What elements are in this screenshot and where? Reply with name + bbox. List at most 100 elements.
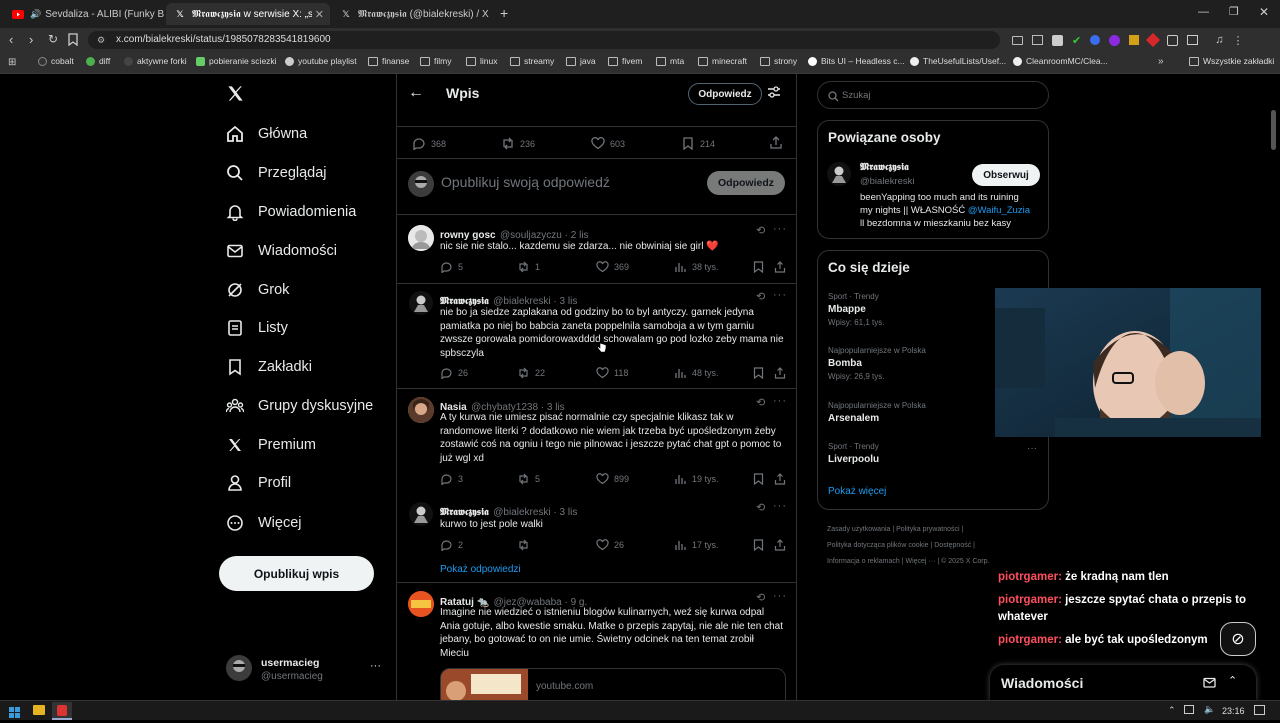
- reply-input[interactable]: Opublikuj swoją odpowiedź: [441, 174, 610, 190]
- bookmark-count[interactable]: 214: [681, 137, 715, 150]
- windows-start-icon[interactable]: [9, 705, 20, 723]
- apps-icon[interactable]: ⊞: [8, 57, 16, 68]
- repost-count[interactable]: 1: [517, 261, 540, 273]
- nav-communities[interactable]: Grupy dyskusyjne: [226, 391, 373, 421]
- nav-home[interactable]: Główna: [226, 119, 307, 149]
- bookmark-minecraft[interactable]: minecraft: [698, 56, 747, 66]
- bookmark-icon[interactable]: [753, 367, 769, 379]
- reply-tweet[interactable]: Ratatuj 🐀 @jez@wababa · 9 g. ⟲ ··· Imagi…: [397, 583, 796, 708]
- bookmark-usefullists[interactable]: TheUsefulLists/Usef...: [910, 56, 1006, 66]
- bookmark-filmy[interactable]: filmy: [420, 56, 451, 66]
- bookmark-finanse[interactable]: finanse: [368, 56, 409, 66]
- extension-icon[interactable]: [1146, 32, 1161, 48]
- nav-bookmarks[interactable]: Zakładki: [226, 352, 312, 382]
- bookmark-bits-ui[interactable]: Bits UI – Headless c...: [808, 56, 905, 66]
- follow-button[interactable]: Obserwuj: [972, 164, 1040, 186]
- share-icon[interactable]: [1032, 35, 1043, 45]
- repost-count[interactable]: 236: [501, 137, 535, 150]
- nav-more[interactable]: Więcej: [226, 508, 302, 538]
- show-more-link[interactable]: Pokaż więcej: [828, 486, 886, 497]
- repost-count[interactable]: 22: [517, 367, 545, 379]
- bookmark-cobalt[interactable]: cobalt: [38, 56, 74, 66]
- show-replies-link[interactable]: Pokaż odpowiedzi: [440, 564, 521, 575]
- like-count[interactable]: 369: [596, 261, 629, 273]
- back-button[interactable]: ‹: [9, 32, 13, 47]
- reply-count[interactable]: 5: [440, 261, 463, 273]
- more-icon[interactable]: ···: [773, 590, 787, 602]
- grok-icon[interactable]: ⟲: [756, 290, 766, 303]
- nav-premium[interactable]: Premium: [226, 430, 316, 460]
- view-count[interactable]: 38 tys.: [675, 261, 719, 273]
- share-icon[interactable]: [769, 136, 788, 150]
- volume-icon[interactable]: 🔈: [1204, 704, 1215, 715]
- close-icon[interactable]: ✕: [315, 8, 324, 21]
- reply-count[interactable]: 3: [440, 473, 463, 485]
- tab-profile[interactable]: 𝕏 𝕸𝖗𝖆𝖜𝖈𝖟𝖞𝖘𝖎𝖆 (@bialekreski) / X: [332, 3, 492, 25]
- account-switcher[interactable]: usermacieg @usermacieg ···: [219, 650, 389, 690]
- like-count[interactable]: 118: [596, 367, 628, 379]
- bookmark-pobieranie[interactable]: pobieranie sciezki: [196, 56, 277, 66]
- more-icon[interactable]: ···: [773, 395, 787, 407]
- extension-icon[interactable]: [1090, 35, 1101, 45]
- messages-drawer[interactable]: Wiadomości ⌃: [990, 665, 1256, 701]
- filter-icon[interactable]: [767, 85, 781, 104]
- like-count[interactable]: 603: [591, 137, 625, 150]
- extension-icon[interactable]: [1129, 35, 1140, 45]
- bookmark-aktywne-forki[interactable]: aktywne forki: [124, 56, 187, 66]
- bookmark-streamy[interactable]: streamy: [510, 56, 554, 66]
- nav-messages[interactable]: Wiadomości: [226, 236, 337, 266]
- reply-count[interactable]: 26: [440, 367, 468, 379]
- menu-icon[interactable]: ⋮: [1232, 34, 1243, 47]
- avatar[interactable]: [408, 591, 434, 617]
- bookmark-icon[interactable]: [753, 473, 769, 485]
- back-arrow-icon[interactable]: ←: [408, 84, 424, 102]
- more-icon[interactable]: ···: [773, 289, 787, 301]
- site-info-icon[interactable]: ⚙: [97, 31, 105, 49]
- reload-button[interactable]: ↻: [48, 32, 58, 46]
- avatar[interactable]: [408, 290, 434, 316]
- network-icon[interactable]: [1184, 705, 1194, 714]
- new-tab-button[interactable]: +: [500, 5, 508, 21]
- share-icon[interactable]: [774, 367, 791, 379]
- grok-icon[interactable]: ⟲: [756, 501, 766, 514]
- footer-line[interactable]: Zasady użytkowania | Polityka prywatnośc…: [827, 522, 1047, 538]
- reply-count[interactable]: 2: [440, 539, 463, 551]
- file-explorer-icon[interactable]: [33, 705, 45, 715]
- reply-count[interactable]: 368: [412, 137, 446, 150]
- bookmark-strony[interactable]: strony: [760, 56, 797, 66]
- bookmark-java[interactable]: java: [566, 56, 596, 66]
- bio-mention[interactable]: @Waifu_Zuzia: [968, 205, 1030, 216]
- grok-icon[interactable]: ⟲: [756, 396, 766, 409]
- header-reply-button[interactable]: Odpowiedz: [688, 83, 762, 105]
- bookmark-cleanroom[interactable]: CleanroomMC/Clea...: [1013, 56, 1108, 66]
- bookmark-icon[interactable]: [753, 261, 769, 273]
- related-name[interactable]: 𝕸𝖗𝖆𝖜𝖈𝖟𝖞𝖘𝖎𝖆: [860, 162, 909, 173]
- repost-count[interactable]: [517, 539, 535, 551]
- nav-notifications[interactable]: Powiadomienia: [226, 197, 356, 227]
- more-icon[interactable]: ···: [773, 223, 787, 235]
- shield-icon[interactable]: [1052, 34, 1063, 46]
- bookmark-fivem[interactable]: fivem: [608, 56, 642, 66]
- share-icon[interactable]: [774, 473, 791, 485]
- nav-grok[interactable]: Grok: [226, 275, 289, 305]
- reply-button[interactable]: Odpowiedz: [707, 171, 785, 195]
- grok-button[interactable]: ⊘: [1220, 622, 1256, 656]
- more-icon[interactable]: ···: [773, 500, 787, 512]
- extension-icon[interactable]: [1109, 34, 1121, 46]
- tab-active[interactable]: 𝕏 𝕸𝖗𝖆𝖜𝖈𝖟𝖞𝖘𝖎𝖆 w serwisie X: „spytala ✕: [166, 3, 330, 25]
- clock[interactable]: 23:16: [1222, 706, 1245, 716]
- maximize-button[interactable]: ❐: [1229, 5, 1239, 18]
- like-count[interactable]: 26: [596, 539, 624, 551]
- view-count[interactable]: 48 tys.: [675, 367, 719, 379]
- notifications-icon[interactable]: [1254, 705, 1265, 715]
- cast-icon[interactable]: [1012, 35, 1023, 45]
- author-name[interactable]: 𝕸𝖗𝖆𝖜𝖈𝖟𝖞𝖘𝖎𝖆: [440, 507, 489, 518]
- nav-lists[interactable]: Listy: [226, 313, 288, 343]
- grok-icon[interactable]: ⟲: [756, 224, 766, 237]
- x-logo-icon[interactable]: [226, 84, 245, 108]
- sidebar-icon[interactable]: [1187, 35, 1199, 45]
- bookmark-linux[interactable]: linux: [466, 56, 497, 66]
- more-icon[interactable]: ···: [370, 660, 381, 672]
- reply-tweet[interactable]: rowny gosc @souljazyczu · 2 lis ⟲ ··· ni…: [397, 215, 796, 285]
- nav-explore[interactable]: Przeglądaj: [226, 158, 327, 188]
